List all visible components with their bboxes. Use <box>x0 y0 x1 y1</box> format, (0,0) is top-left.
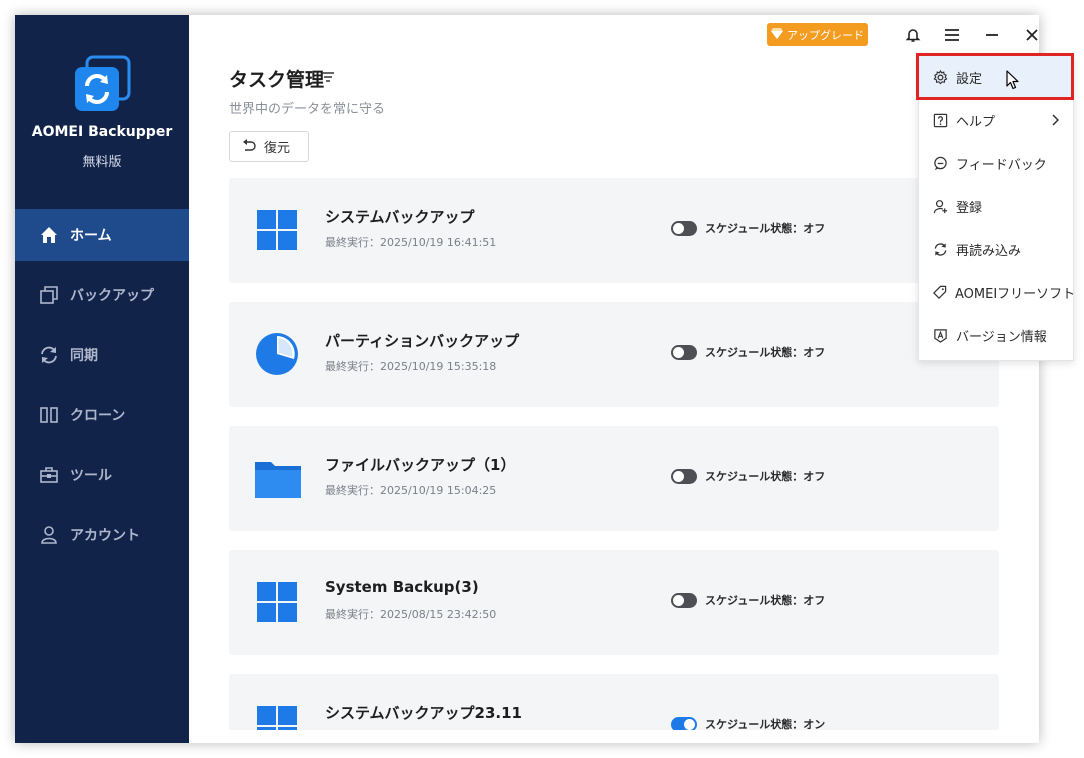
diamond-icon <box>771 27 783 42</box>
tag-icon <box>932 285 947 301</box>
task-card[interactable]: パーティションバックアップ 最終実行：2025/10/19 15:35:18 ス… <box>229 302 999 407</box>
task-name: パーティションバックアップ <box>325 332 520 350</box>
sidebar-item-tools[interactable]: ツール <box>15 449 189 501</box>
sidebar-item-label: クローン <box>70 408 126 424</box>
chevron-right-icon <box>1051 114 1060 130</box>
about-icon <box>932 328 948 344</box>
sync-icon <box>38 344 60 366</box>
minimize-icon[interactable] <box>981 24 1003 46</box>
menu-item-about[interactable]: バージョン情報 <box>919 314 1073 357</box>
sidebar-item-backup[interactable]: バックアップ <box>15 269 189 321</box>
bell-icon[interactable] <box>902 24 924 46</box>
menu-item-label: AOMEIフリーソフト <box>955 287 1076 302</box>
aomei-logo-icon <box>73 55 131 113</box>
app-name: AOMEI Backupper <box>31 124 173 140</box>
schedule-label: スケジュール状態：オフ <box>705 222 826 235</box>
menu-item-label: フィードバック <box>956 158 1047 173</box>
app-edition: 無料版 <box>82 155 122 170</box>
windows-icon <box>255 580 299 624</box>
menu-item-aomei-freeware[interactable]: AOMEIフリーソフト <box>919 271 1076 314</box>
menu-item-label: バージョン情報 <box>956 330 1047 345</box>
page-subtitle: 世界中のデータを常に守る <box>229 102 386 117</box>
menu-item-reload[interactable]: 再読み込み <box>919 228 1073 271</box>
upgrade-button[interactable]: アップグレード <box>767 23 868 46</box>
task-card[interactable]: ファイルバックアップ（1） 最終実行：2025/10/19 15:04:25 ス… <box>229 426 999 531</box>
schedule-toggle[interactable] <box>671 592 697 608</box>
clone-icon <box>38 404 60 426</box>
restore-button[interactable]: 復元 <box>229 131 309 162</box>
task-name: ファイルバックアップ（1） <box>325 456 516 474</box>
windows-icon <box>255 704 299 730</box>
windows-icon <box>255 208 299 252</box>
schedule-status: スケジュール状態：オフ <box>671 344 825 360</box>
schedule-toggle[interactable] <box>671 344 697 360</box>
sidebar-item-label: ホーム <box>70 228 112 244</box>
menu-item-help[interactable]: ヘルプ <box>919 99 1073 142</box>
folder-icon <box>255 456 301 500</box>
menu-item-label: 登録 <box>956 201 983 216</box>
page-title: タスク管理 <box>229 69 325 91</box>
home-icon <box>38 224 60 246</box>
schedule-label: スケジュール状態：オン <box>705 718 826 730</box>
undo-icon <box>242 138 256 155</box>
schedule-label: スケジュール状態：オフ <box>705 470 826 483</box>
task-name: システムバックアップ <box>325 208 475 226</box>
schedule-status: スケジュール状態：オフ <box>671 220 825 236</box>
menu-item-settings[interactable]: 設定 <box>919 56 1073 99</box>
menu-icon[interactable] <box>941 24 963 46</box>
task-card[interactable]: システムバックアップ23.11 スケジュール状態：オン <box>229 674 999 730</box>
task-card[interactable]: System Backup(3) 最終実行：2025/08/15 23:42:5… <box>229 550 999 655</box>
sidebar-item-label: 同期 <box>70 348 98 364</box>
task-card[interactable]: システムバックアップ 最終実行：2025/10/19 16:41:51 スケジュ… <box>229 178 999 283</box>
schedule-status: スケジュール状態：オフ <box>671 468 825 484</box>
menu-item-label: 設定 <box>956 72 983 87</box>
schedule-label: スケジュール状態：オフ <box>705 346 826 359</box>
task-last-run: 最終実行：2025/10/19 16:41:51 <box>325 236 497 249</box>
task-last-run: 最終実行：2025/10/19 15:04:25 <box>325 484 497 497</box>
menu-item-label: ヘルプ <box>956 115 996 130</box>
sidebar-item-label: アカウント <box>70 528 140 544</box>
restore-label: 復元 <box>264 141 291 156</box>
schedule-toggle[interactable] <box>671 716 697 730</box>
partition-pie-icon <box>255 332 299 376</box>
help-icon <box>932 113 948 129</box>
tools-icon <box>38 464 60 486</box>
sidebar-item-home[interactable]: ホーム <box>15 209 189 261</box>
sidebar-item-label: バックアップ <box>70 288 154 304</box>
task-name: システムバックアップ23.11 <box>325 704 522 722</box>
task-last-run: 最終実行：2025/08/15 23:42:50 <box>325 608 497 621</box>
schedule-label: スケジュール状態：オフ <box>705 594 826 607</box>
sidebar-item-clone[interactable]: クローン <box>15 389 189 441</box>
main-panel: アップグレード タスク管理 世界中のデータを常に守る 復元 システムバックアップ… <box>189 15 1039 743</box>
gear-icon <box>932 70 948 86</box>
task-list: システムバックアップ 最終実行：2025/10/19 16:41:51 スケジュ… <box>229 178 999 730</box>
filter-icon[interactable] <box>321 70 335 84</box>
close-icon[interactable] <box>1021 24 1039 46</box>
sidebar-nav: ホーム バックアップ 同期 クローン ツール アカウント <box>15 209 189 569</box>
sidebar-item-account[interactable]: アカウント <box>15 509 189 561</box>
schedule-toggle[interactable] <box>671 468 697 484</box>
menu-item-feedback[interactable]: フィードバック <box>919 142 1073 185</box>
menu-item-register[interactable]: 登録 <box>919 185 1073 228</box>
sidebar-item-sync[interactable]: 同期 <box>15 329 189 381</box>
sidebar: AOMEI Backupper 無料版 ホーム バックアップ 同期 クローン ツ… <box>15 15 189 743</box>
main-menu-dropdown: 設定 ヘルプ フィードバック 登録 再読み込み AOMEIフリーソフト バージョ… <box>918 55 1076 361</box>
upgrade-label: アップグレード <box>787 28 864 42</box>
reload-icon <box>932 242 948 258</box>
register-icon <box>932 199 948 215</box>
schedule-toggle[interactable] <box>671 220 697 236</box>
feedback-icon <box>932 156 948 172</box>
schedule-status: スケジュール状態：オン <box>671 716 825 730</box>
app-window: AOMEI Backupper 無料版 ホーム バックアップ 同期 クローン ツ… <box>15 15 1039 743</box>
sidebar-item-label: ツール <box>70 468 112 484</box>
task-name: System Backup(3) <box>325 578 479 596</box>
menu-item-label: 再読み込み <box>956 244 1022 259</box>
mouse-cursor-icon <box>1006 70 1020 90</box>
account-icon <box>38 524 60 546</box>
schedule-status: スケジュール状態：オフ <box>671 592 825 608</box>
task-last-run: 最終実行：2025/10/19 15:35:18 <box>325 360 497 373</box>
backup-icon <box>38 284 60 306</box>
